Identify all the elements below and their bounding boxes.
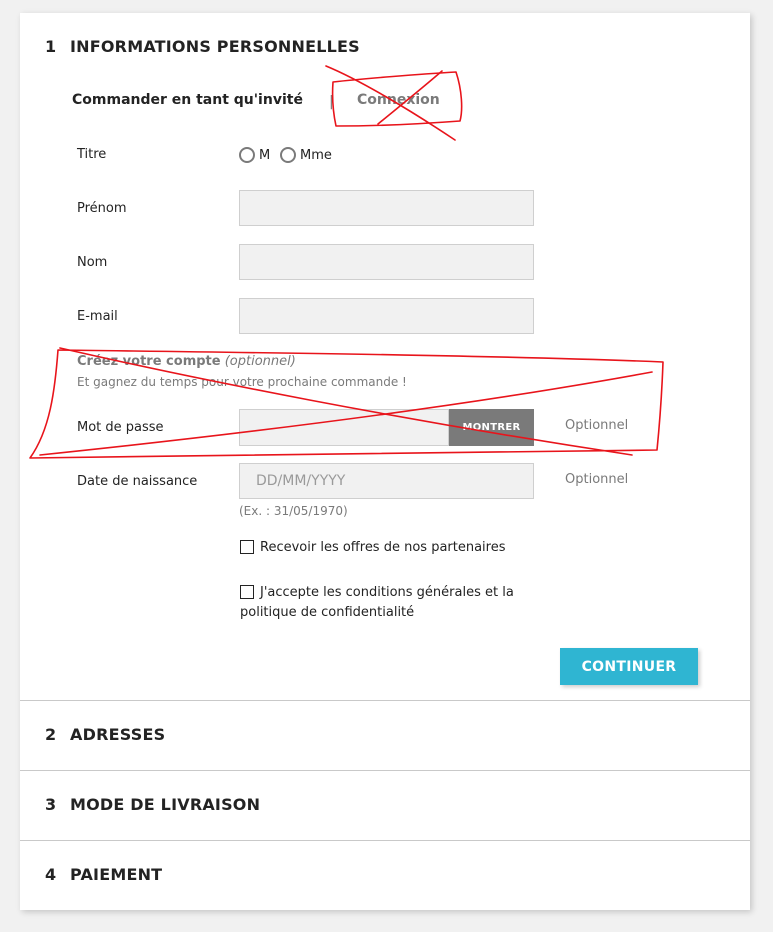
checkbox-icon[interactable] xyxy=(240,584,254,599)
email-label: E-mail xyxy=(77,309,118,324)
radio-mrs-label: Mme xyxy=(300,147,332,163)
lastname-input[interactable] xyxy=(240,245,533,279)
show-password-button[interactable]: MONTRER xyxy=(449,409,534,446)
firstname-input[interactable] xyxy=(240,191,533,225)
create-account-subtitle: Et gagnez du temps pour votre prochaine … xyxy=(77,375,407,389)
checkbox-icon[interactable] xyxy=(240,539,254,554)
step-separator xyxy=(20,700,750,701)
lastname-field[interactable] xyxy=(239,244,534,280)
email-input[interactable] xyxy=(240,299,533,333)
step-separator xyxy=(20,770,750,771)
firstname-field[interactable] xyxy=(239,190,534,226)
email-field[interactable] xyxy=(239,298,534,334)
step-4-header[interactable]: 4 PAIEMENT xyxy=(45,865,162,884)
password-input[interactable] xyxy=(240,410,448,445)
tab-login[interactable]: Connexion xyxy=(357,92,440,108)
radio-mr[interactable]: M xyxy=(239,147,270,163)
step-number: 4 xyxy=(45,865,57,884)
create-account-heading: Créez votre compte xyxy=(77,354,221,369)
create-account-title: Créez votre compte (optionnel) xyxy=(77,354,296,369)
radio-circle-icon[interactable] xyxy=(280,147,296,163)
birthdate-optional-text: Optionnel xyxy=(565,472,629,487)
step-title: PAIEMENT xyxy=(70,865,163,884)
radio-mrs[interactable]: Mme xyxy=(280,147,332,163)
password-field[interactable] xyxy=(239,409,449,446)
step-number: 3 xyxy=(45,795,57,814)
checkout-card: 1 INFORMATIONS PERSONNELLES Commander en … xyxy=(20,13,750,910)
step-1-header[interactable]: 1 INFORMATIONS PERSONNELLES xyxy=(45,37,360,56)
create-account-optional: (optionnel) xyxy=(224,354,296,369)
password-optional-text: Optionnel xyxy=(565,418,629,433)
partner-offers-label: Recevoir les offres de nos partenaires xyxy=(260,540,506,555)
birthdate-input[interactable] xyxy=(240,464,533,498)
radio-mr-label: M xyxy=(259,147,271,163)
terms-row[interactable]: J'accepte les conditions générales et la… xyxy=(240,583,530,623)
step-title: INFORMATIONS PERSONNELLES xyxy=(70,37,360,56)
birthdate-label: Date de naissance xyxy=(77,474,198,489)
password-label: Mot de passe xyxy=(77,420,164,435)
terms-label: J'accepte les conditions générales et la… xyxy=(240,585,514,620)
step-title: MODE DE LIVRAISON xyxy=(70,795,261,814)
step-2-header[interactable]: 2 ADRESSES xyxy=(45,725,165,744)
partner-offers-row[interactable]: Recevoir les offres de nos partenaires xyxy=(240,538,506,558)
birthdate-hint: (Ex. : 31/05/1970) xyxy=(239,504,348,518)
step-3-header[interactable]: 3 MODE DE LIVRAISON xyxy=(45,795,260,814)
radio-circle-icon[interactable] xyxy=(239,147,255,163)
step-number: 1 xyxy=(45,37,57,56)
step-title: ADRESSES xyxy=(70,725,166,744)
birthdate-field[interactable] xyxy=(239,463,534,499)
step-number: 2 xyxy=(45,725,57,744)
tab-divider: | xyxy=(329,94,334,110)
firstname-label: Prénom xyxy=(77,201,127,216)
lastname-label: Nom xyxy=(77,255,108,270)
tab-guest-checkout[interactable]: Commander en tant qu'invité xyxy=(72,92,303,108)
title-label: Titre xyxy=(77,147,107,162)
step-separator xyxy=(20,840,750,841)
continue-button[interactable]: CONTINUER xyxy=(560,648,698,685)
